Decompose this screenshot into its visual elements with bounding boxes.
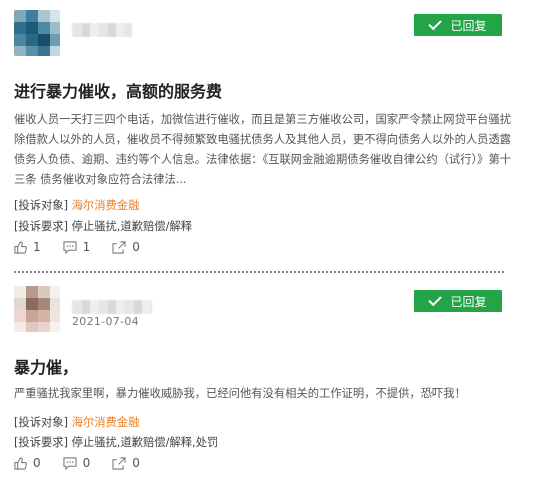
complaint-demand: [投诉要求] 停止骚扰,道歉赔偿/解释,处罚 xyxy=(14,434,218,450)
action-bar: 1 1 0 xyxy=(14,240,162,254)
status-badge-label: 已回复 xyxy=(450,18,487,33)
like-button[interactable]: 1 xyxy=(14,240,41,254)
avatar[interactable] xyxy=(14,286,60,332)
share-button[interactable]: 0 xyxy=(112,456,140,470)
action-bar: 0 0 0 xyxy=(14,456,162,470)
status-badge: 已回复 xyxy=(414,14,502,36)
thumbs-up-icon xyxy=(14,240,27,254)
complaint-demand: [投诉要求] 停止骚扰,道歉赔偿/解释 xyxy=(14,218,192,234)
complaint-demand-label: [投诉要求] xyxy=(14,436,69,449)
complaint-target: [投诉对象] 海尔消费金融 xyxy=(14,197,139,213)
divider xyxy=(14,271,504,273)
share-icon xyxy=(112,240,126,254)
complaint-card: 2021-07-04 已回复 暴力催， 严重骚扰我家里啊，暴力催收威胁我，已经问… xyxy=(0,278,554,482)
complaint-target-link[interactable]: 海尔消费金融 xyxy=(72,416,140,429)
check-icon xyxy=(428,16,443,31)
share-button[interactable]: 0 xyxy=(112,240,140,254)
complaint-content: 催收人员一天打三四个电话，加微信进行催收，而且是第三方催收公司，国家严令禁止网贷… xyxy=(14,113,512,186)
complaint-card: 已回复 进行暴力催收，高额的服务费 催收人员一天打三四个电话，加微信进行催收，而… xyxy=(0,0,554,268)
complaint-target-label: [投诉对象] xyxy=(14,199,69,212)
comment-count: 1 xyxy=(82,240,91,254)
share-icon xyxy=(112,456,126,470)
complaint-target-link[interactable]: 海尔消费金融 xyxy=(72,199,140,212)
share-count: 0 xyxy=(132,456,140,470)
complaint-demand-value: 停止骚扰,道歉赔偿/解释 xyxy=(71,220,192,233)
comment-count: 0 xyxy=(82,456,91,470)
username-redacted[interactable] xyxy=(72,300,152,314)
avatar[interactable] xyxy=(14,10,60,56)
complaint-demand-label: [投诉要求] xyxy=(14,220,69,233)
comment-button[interactable]: 0 xyxy=(63,456,91,470)
complaint-demand-value: 停止骚扰,道歉赔偿/解释,处罚 xyxy=(71,436,219,449)
status-badge: 已回复 xyxy=(414,290,502,312)
share-count: 0 xyxy=(132,240,140,254)
complaint-target: [投诉对象] 海尔消费金融 xyxy=(14,414,139,430)
comment-icon xyxy=(63,456,77,470)
complaint-content: 严重骚扰我家里啊，暴力催收威胁我，已经问他有没有相关的工作证明，不提供，恐吓我！ xyxy=(14,387,466,400)
comment-icon xyxy=(63,240,77,254)
comment-button[interactable]: 1 xyxy=(63,240,91,254)
check-icon xyxy=(428,292,443,307)
like-count: 0 xyxy=(33,456,41,470)
like-button[interactable]: 0 xyxy=(14,456,41,470)
complaint-title[interactable]: 暴力催， xyxy=(14,354,78,378)
username-redacted[interactable] xyxy=(72,23,132,37)
complaint-title[interactable]: 进行暴力催收，高额的服务费 xyxy=(14,78,222,102)
thumbs-up-icon xyxy=(14,456,27,470)
status-badge-label: 已回复 xyxy=(450,294,487,309)
like-count: 1 xyxy=(33,240,41,254)
post-date: 2021-07-04 xyxy=(72,315,139,328)
complaint-target-label: [投诉对象] xyxy=(14,416,69,429)
